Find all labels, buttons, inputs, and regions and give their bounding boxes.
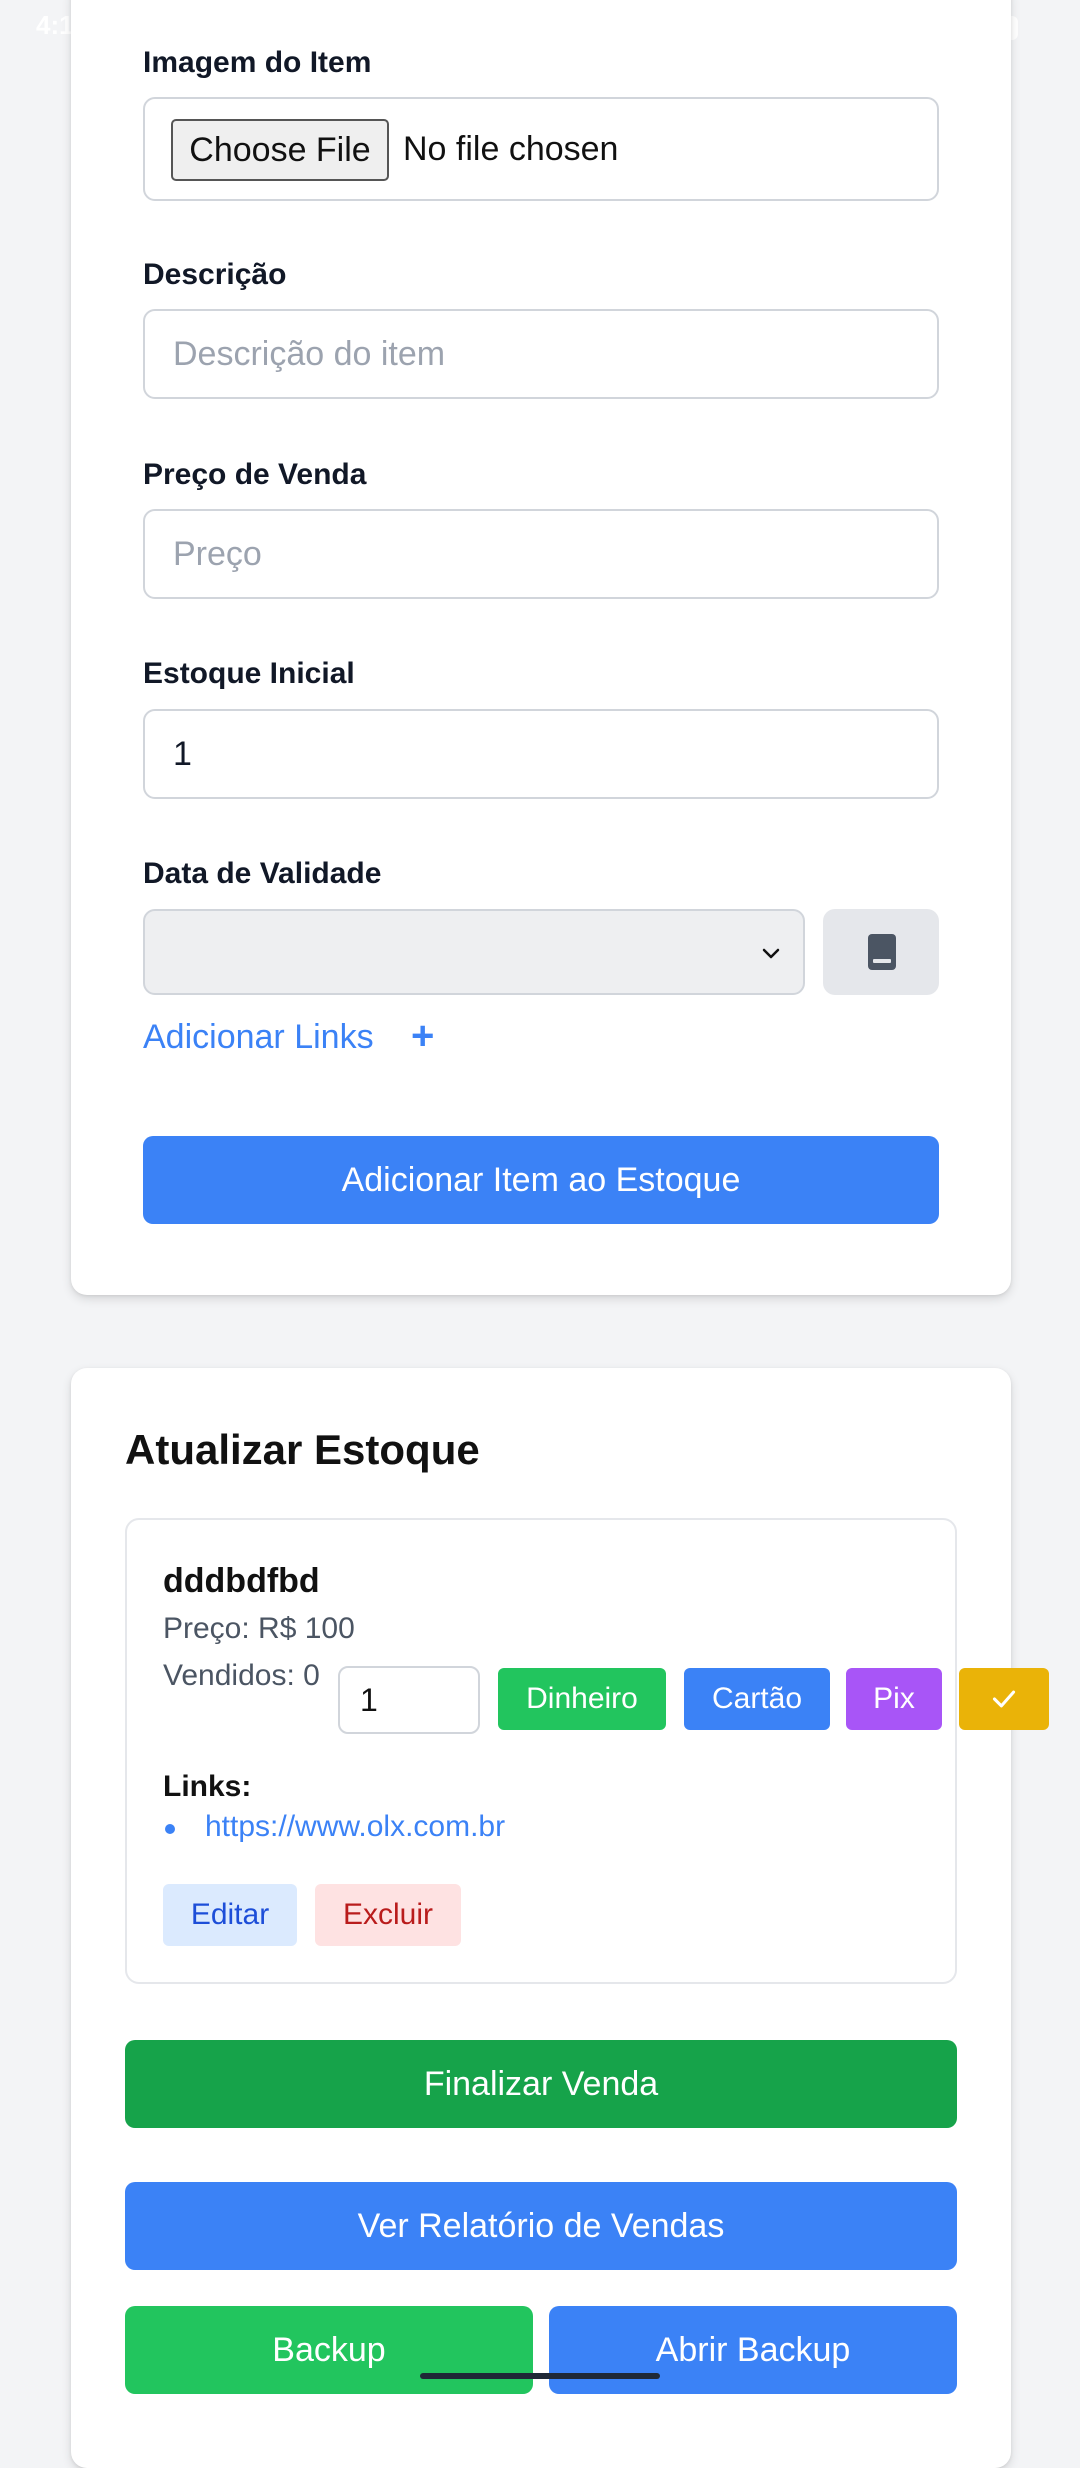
add-item-card: Imagem do Item Choose File No file chose… (71, 0, 1011, 1295)
add-links-link[interactable]: Adicionar Links (143, 1018, 374, 1057)
quantity-input[interactable]: 1 (338, 1666, 480, 1734)
update-stock-card: Atualizar Estoque dddbdfbd Preço: R$ 100… (71, 1368, 1011, 2468)
pay-pix-button[interactable]: Pix (846, 1668, 942, 1730)
open-backup-button[interactable]: Abrir Backup (549, 2306, 957, 2394)
calendar-button[interactable] (823, 909, 939, 995)
section-title: Atualizar Estoque (125, 1426, 480, 1473)
item-name: dddbdfbd (163, 1562, 320, 1600)
file-status: No file chosen (403, 130, 619, 168)
expiry-label: Data de Validade (143, 857, 382, 890)
navigation-handle (420, 2373, 660, 2379)
expiry-select[interactable] (143, 909, 805, 995)
description-placeholder: Descrição do item (173, 335, 446, 373)
stock-value: 1 (173, 735, 192, 773)
file-input[interactable]: Choose File No file chosen (143, 97, 939, 201)
edit-button[interactable]: Editar (163, 1884, 297, 1946)
description-input[interactable]: Descrição do item (143, 309, 939, 399)
item-link[interactable]: https://www.olx.com.br (205, 1810, 505, 1844)
stock-item-card: dddbdfbd Preço: R$ 100 Vendidos: 0 1 Din… (125, 1518, 957, 1984)
plus-icon[interactable]: + (411, 1014, 434, 1059)
description-label: Descrição (143, 258, 287, 291)
image-label: Imagem do Item (143, 46, 372, 79)
choose-file-button[interactable]: Choose File (171, 119, 389, 181)
links-label: Links: (163, 1770, 252, 1803)
chevron-down-icon (762, 948, 780, 959)
stock-input[interactable]: 1 (143, 709, 939, 799)
finalize-sale-button[interactable]: Finalizar Venda (125, 2040, 957, 2128)
sales-report-button[interactable]: Ver Relatório de Vendas (125, 2182, 957, 2270)
stock-label: Estoque Inicial (143, 657, 355, 690)
check-icon (992, 1690, 1016, 1708)
confirm-button[interactable] (959, 1668, 1049, 1730)
price-placeholder: Preço (173, 535, 262, 573)
pay-card-button[interactable]: Cartão (684, 1668, 830, 1730)
calendar-icon (868, 934, 896, 970)
price-label: Preço de Venda (143, 458, 367, 491)
list-bullet (165, 1824, 175, 1834)
pay-cash-button[interactable]: Dinheiro (498, 1668, 666, 1730)
add-item-button[interactable]: Adicionar Item ao Estoque (143, 1136, 939, 1224)
delete-button[interactable]: Excluir (315, 1884, 461, 1946)
status-time: 4:1 (36, 10, 74, 40)
quantity-value: 1 (360, 1682, 378, 1718)
item-sold: Vendidos: 0 (163, 1659, 320, 1692)
backup-button[interactable]: Backup (125, 2306, 533, 2394)
price-input[interactable]: Preço (143, 509, 939, 599)
item-price: Preço: R$ 100 (163, 1612, 355, 1645)
